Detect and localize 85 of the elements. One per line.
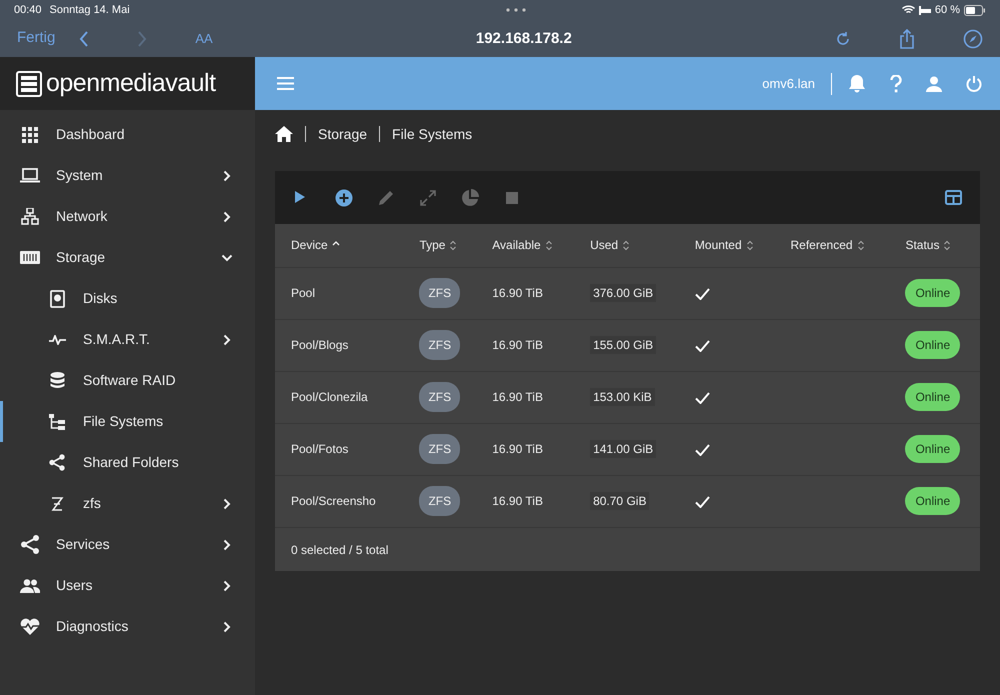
status-badge: Online	[905, 435, 960, 463]
type-chip: ZFS	[419, 382, 460, 412]
type-chip: ZFS	[419, 434, 460, 464]
laptop-icon	[20, 168, 40, 183]
forward-icon	[137, 30, 148, 46]
column-header[interactable]: Mounted	[694, 236, 754, 254]
device-name: Pool/Blogs	[291, 338, 348, 352]
logo-text: openmediavault	[46, 68, 216, 99]
power-icon[interactable]	[966, 75, 982, 92]
help-icon[interactable]	[890, 74, 902, 92]
compass-icon[interactable]	[963, 28, 983, 48]
menu-icon[interactable]	[277, 77, 294, 90]
column-layout-button[interactable]	[945, 190, 962, 205]
home-icon[interactable]	[275, 126, 293, 142]
selection-count-text: 0 selected / 5 total	[291, 542, 388, 558]
share-icon[interactable]	[899, 28, 915, 48]
sidebar-item[interactable]: Network	[0, 196, 255, 237]
column-header[interactable]: Used	[590, 236, 630, 254]
users-icon	[20, 578, 40, 592]
sidebar-item[interactable]: Services	[0, 524, 255, 565]
column-header[interactable]: Available	[492, 236, 553, 254]
sidebar-item[interactable]: System	[0, 155, 255, 196]
used-size: 153.00 KiB	[590, 388, 655, 406]
type-chip: ZFS	[419, 278, 460, 308]
available-size: 16.90 TiB	[492, 286, 543, 300]
battery-percent: 60 %	[934, 2, 960, 18]
status-badge: Online	[905, 331, 960, 359]
user-icon[interactable]	[926, 76, 942, 92]
column-header[interactable]: Device	[291, 236, 340, 254]
back-icon[interactable]	[79, 30, 90, 46]
url-text[interactable]: 192.168.178.2	[476, 30, 572, 46]
sidebar-item[interactable]: Shared Folders	[0, 442, 255, 483]
battery-icon	[964, 4, 986, 16]
column-header[interactable]: Type	[419, 236, 458, 254]
sidebar-item[interactable]: Storage	[0, 237, 255, 278]
column-header[interactable]: Status	[905, 236, 952, 254]
available-size: 16.90 TiB	[492, 390, 543, 404]
add-circle-button[interactable]	[335, 188, 353, 206]
sidebar-item[interactable]: zfs	[0, 483, 255, 524]
grid-icon	[22, 126, 38, 142]
breadcrumb-link[interactable]: File Systems	[392, 124, 472, 144]
database-icon	[50, 372, 64, 389]
share-icon	[49, 454, 65, 471]
sidebar-item[interactable]: Users	[0, 565, 255, 606]
server-logo-icon	[16, 70, 42, 96]
available-size: 16.90 TiB	[492, 494, 543, 508]
pulse-icon	[48, 334, 66, 344]
date-text: Sonntag 14. Mai	[50, 2, 130, 18]
device-name: Pool/Fotos	[291, 442, 348, 456]
sidebar-item[interactable]: Dashboard	[0, 114, 255, 155]
column-header[interactable]: Referenced	[790, 236, 865, 254]
network-icon	[21, 208, 39, 225]
used-size: 141.00 GiB	[590, 440, 656, 458]
used-size: 80.70 GiB	[590, 492, 650, 510]
type-chip: ZFS	[419, 330, 460, 360]
heart-pulse-icon	[20, 618, 40, 635]
bed-icon	[918, 6, 931, 14]
z-glyph-icon	[50, 496, 64, 512]
status-badge: Online	[905, 383, 960, 411]
device-name: Pool	[291, 286, 316, 300]
sidebar-item[interactable]: File Systems	[0, 401, 255, 442]
sidebar-item[interactable]: S.M.A.R.T.	[0, 319, 255, 360]
more-dots-icon	[506, 8, 526, 12]
available-size: 16.90 TiB	[492, 338, 543, 352]
clock-time: 00:40	[14, 2, 42, 18]
available-size: 16.90 TiB	[492, 442, 543, 456]
reload-icon[interactable]	[835, 30, 851, 46]
storage-icon	[20, 251, 40, 264]
wifi-icon	[902, 5, 915, 15]
share-icon	[21, 535, 39, 554]
sidebar-item[interactable]: Disks	[0, 278, 255, 319]
device-name: Pool/Screensho	[291, 494, 376, 508]
file-tree-icon	[49, 414, 65, 430]
notification-bell-icon[interactable]	[848, 74, 866, 93]
hostname-text: omv6.lan	[762, 74, 815, 93]
sidebar-item[interactable]: Diagnostics	[0, 606, 255, 647]
status-badge: Online	[905, 487, 960, 516]
used-size: 376.00 GiB	[590, 284, 656, 302]
breadcrumb-link[interactable]: Storage	[318, 124, 368, 144]
type-chip: ZFS	[419, 486, 460, 516]
hard-drive-icon	[50, 290, 64, 308]
sidebar-item[interactable]: Software RAID	[0, 360, 255, 401]
status-badge: Online	[905, 279, 960, 307]
device-name: Pool/Clonezila	[291, 390, 368, 404]
used-size: 155.00 GiB	[590, 336, 656, 354]
